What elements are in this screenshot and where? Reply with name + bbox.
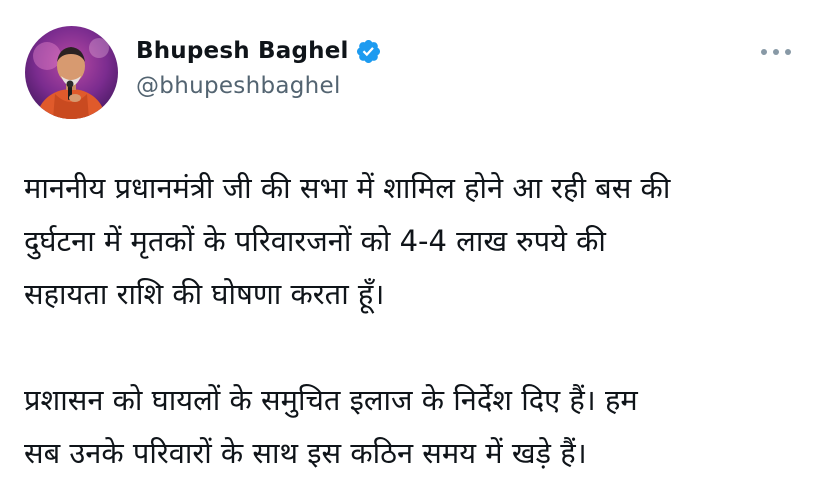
tweet-paragraph: प्रशासन को घायलों के समुचित इलाज के निर्… (24, 383, 638, 470)
name-row: Bhupesh Baghel (136, 33, 382, 69)
tweet-card: Bhupesh Baghel @bhupeshbaghel माननीय प्र… (0, 0, 820, 480)
more-options-button[interactable] (756, 38, 796, 66)
avatar[interactable] (25, 26, 118, 119)
more-horizontal-icon (761, 49, 791, 55)
author-handle[interactable]: @bhupeshbaghel (136, 73, 382, 99)
display-name[interactable]: Bhupesh Baghel (136, 38, 349, 64)
tweet-text: माननीय प्रधानमंत्री जी की सभा में शामिल … (24, 162, 794, 480)
tweet-paragraph: माननीय प्रधानमंत्री जी की सभा में शामिल … (24, 171, 671, 311)
author-info[interactable]: Bhupesh Baghel @bhupeshbaghel (136, 33, 382, 99)
avatar-image (25, 26, 118, 119)
verified-badge-icon[interactable] (355, 38, 382, 65)
